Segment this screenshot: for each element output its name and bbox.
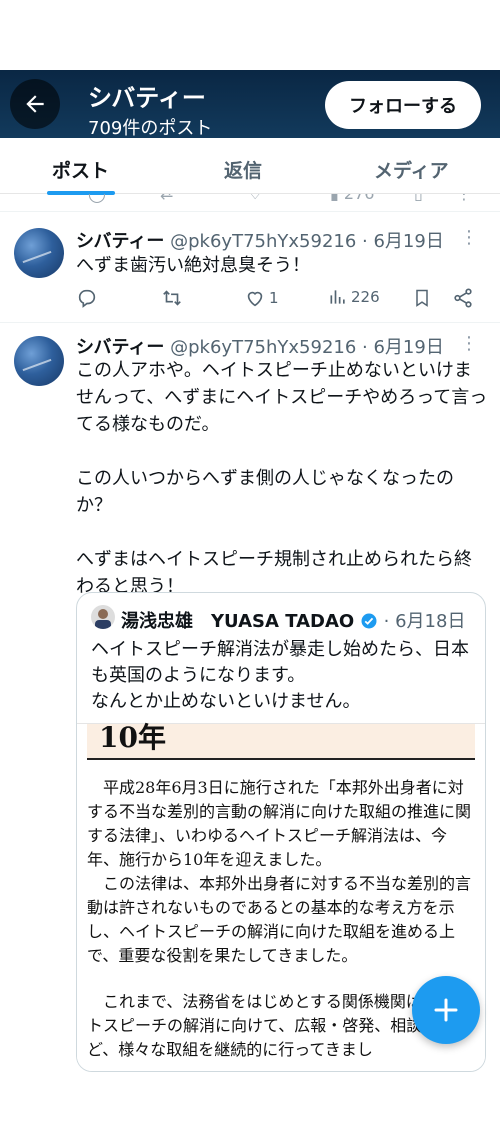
back-arrow-icon [26, 95, 44, 113]
views-icon: ▮ [330, 194, 339, 203]
bookmark-button[interactable] [412, 287, 432, 309]
author-name[interactable]: シバティー [76, 337, 164, 358]
like-button[interactable]: 1 [244, 287, 279, 309]
share-icon[interactable]: ⋮ [456, 194, 472, 203]
profile-name: シバティー [88, 84, 206, 112]
tweet-meta: シバティー @pk6yT75hYx59216 · 6月19日 [76, 337, 444, 358]
tab-replies[interactable]: 返信 [224, 156, 262, 183]
quoted-date: 6月18日 [395, 611, 466, 632]
plus-icon [434, 998, 458, 1022]
quoted-text: ヘイトスピーチ解消法が暴走し始めたら、日本も英国のようになります。 なんとか止め… [91, 639, 469, 712]
quoted-tweet-meta: 湯浅忠雄 YUASA TADAO · 6月18日 [121, 611, 466, 632]
reply-icon[interactable]: ◯ [88, 194, 106, 203]
author-name[interactable]: シバティー [76, 231, 164, 252]
share-icon [454, 288, 472, 308]
back-button[interactable] [10, 79, 60, 129]
profile-header: シバティー 709件のポスト フォローする [0, 70, 500, 139]
like-icon[interactable]: ♡ [248, 194, 262, 203]
bookmark-icon [416, 289, 428, 307]
retweet-icon[interactable]: ⇄ [160, 194, 173, 203]
views-count[interactable]: ▮ 276 [330, 194, 374, 203]
tweet-date[interactable]: 6月19日 [373, 337, 443, 358]
like-icon [247, 291, 263, 307]
document-paragraph: この法律は、本邦外出身者に対する不当な差別的言動は許されないものであるとの基本的… [87, 874, 472, 965]
author-handle[interactable]: @pk6yT75hYx59216 [170, 337, 356, 358]
tweet[interactable]: シバティー @pk6yT75hYx59216 · 6月19日 ⋮ へずま歯汚い絶… [0, 213, 500, 323]
views-count: 226 [351, 288, 380, 306]
retweet-button[interactable] [160, 287, 184, 309]
profile-tabs: ポスト 返信 メディア [0, 138, 500, 195]
reply-icon [78, 289, 96, 308]
tweet-date[interactable]: 6月19日 [373, 231, 443, 252]
follow-button[interactable]: フォローする [325, 81, 481, 129]
more-icon[interactable]: ⋮ [460, 227, 478, 248]
tweet-text: へずま歯汚い絶対息臭そう！ [76, 255, 310, 276]
verified-icon [361, 613, 377, 629]
tab-posts[interactable]: ポスト [52, 156, 109, 183]
tab-media[interactable]: メディア [374, 156, 449, 183]
quoted-author-name: 湯浅忠雄 YUASA TADAO [121, 611, 355, 632]
like-count: 1 [269, 289, 279, 307]
author-handle[interactable]: @pk6yT75hYx59216 [170, 231, 356, 252]
views-icon [330, 290, 345, 304]
retweet-icon [163, 290, 181, 306]
tweet-actions: 1 226 [76, 287, 480, 311]
tweet-meta: シバティー @pk6yT75hYx59216 · 6月19日 [76, 231, 444, 252]
reply-button[interactable] [76, 287, 98, 309]
bookmark-icon[interactable]: ▯ [414, 194, 423, 203]
share-button[interactable] [452, 287, 474, 309]
previous-tweet-actions: ◯ ⇄ ♡ ▮ 276 ▯ ⋮ [0, 194, 500, 212]
compose-button[interactable] [412, 976, 480, 1044]
tweet-text: この人アホや。ヘイトスピーチ止めないといけませんって、へずまにヘイトスピーチやめ… [76, 360, 488, 597]
document-paragraph: 平成28年6月3日に施行された「本邦外出身者に対する不当な差別的言動の解消に向け… [87, 778, 472, 869]
avatar[interactable] [14, 336, 64, 386]
document-header-text: 10年 [99, 721, 166, 754]
views-value: 276 [344, 194, 375, 203]
views-button[interactable]: 226 [328, 287, 380, 307]
post-count: 709件のポスト [88, 118, 213, 139]
avatar[interactable] [14, 228, 64, 278]
quoted-author-avatar [91, 605, 115, 629]
document-header-band: 10年 [87, 721, 475, 760]
more-icon[interactable]: ⋮ [460, 333, 478, 354]
